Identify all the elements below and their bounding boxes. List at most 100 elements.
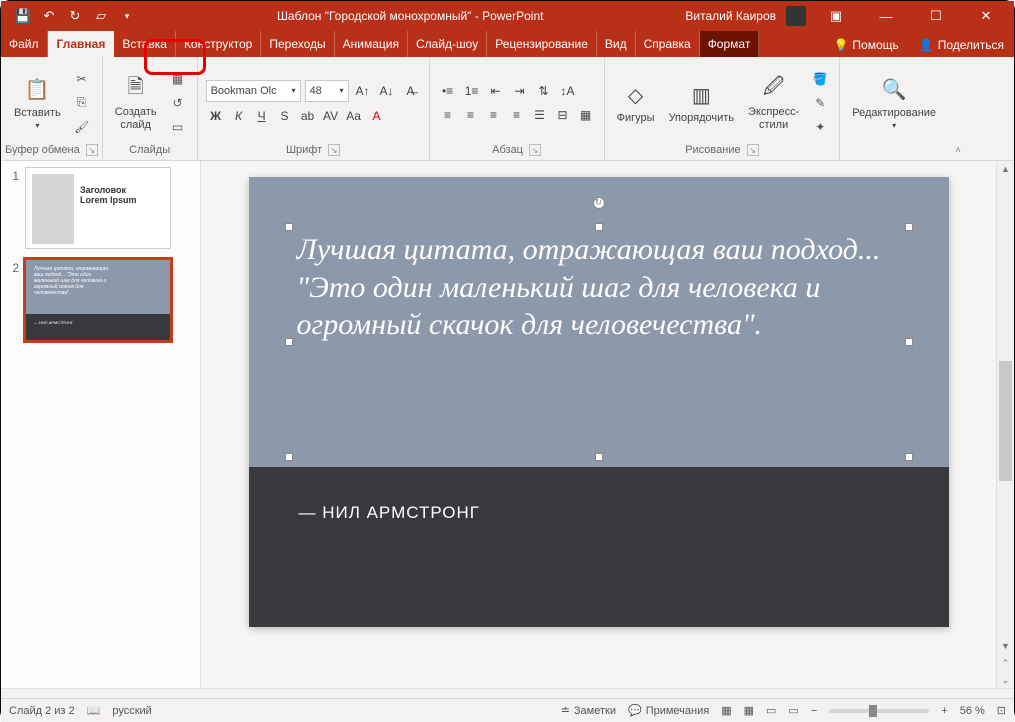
justify-icon[interactable]: ≡	[507, 105, 527, 125]
resize-handle[interactable]	[285, 223, 293, 231]
language-indicator[interactable]: русский	[112, 705, 151, 717]
text-direction-icon[interactable]: ↕A	[558, 81, 578, 101]
layout-icon[interactable]: ▦	[167, 68, 189, 90]
tab-slideshow[interactable]: Слайд-шоу	[408, 31, 487, 57]
align-left-icon[interactable]: ≡	[438, 105, 458, 125]
share-button[interactable]: 👤Поделиться	[909, 33, 1014, 57]
scroll-up-icon[interactable]: ▲	[997, 161, 1014, 177]
shape-outline-icon[interactable]: ✎	[809, 92, 831, 114]
user-avatar[interactable]	[786, 6, 806, 26]
underline-button[interactable]: Ч	[252, 106, 272, 126]
dialog-launcher-icon[interactable]: ↘	[747, 144, 759, 156]
decrease-indent-icon[interactable]: ⇤	[486, 81, 506, 101]
normal-view-icon[interactable]: ▦	[721, 704, 731, 717]
author-text[interactable]: — НИЛ АРМСТРОНГ	[299, 503, 481, 523]
arrange-button[interactable]: ▥ Упорядочить	[665, 78, 738, 126]
spellcheck-icon[interactable]: 📖	[87, 704, 101, 717]
quote-textbox[interactable]: Лучшая цитата, отражающая ваш подход... …	[289, 227, 909, 457]
align-center-icon[interactable]: ≡	[461, 105, 481, 125]
vertical-scrollbar[interactable]: ▲ ▼ ⌃ ⌄	[996, 161, 1014, 688]
undo-icon[interactable]: ↶	[41, 8, 57, 24]
editing-button[interactable]: 🔍 Редактирование ▾	[848, 73, 940, 132]
tab-format[interactable]: Формат	[700, 31, 760, 57]
quick-styles-button[interactable]: 🖉 Экспресс- стили	[744, 72, 803, 132]
align-text-icon[interactable]: ⊟	[553, 105, 573, 125]
copy-icon[interactable]: ⎘	[71, 92, 93, 114]
strike-button[interactable]: S	[275, 106, 295, 126]
section-icon[interactable]: ▭	[167, 116, 189, 138]
tab-animations[interactable]: Анимация	[335, 31, 408, 57]
maximize-button[interactable]: ☐	[916, 1, 956, 31]
slide[interactable]: Лучшая цитата, отражающая ваш подход... …	[249, 177, 949, 627]
sorter-view-icon[interactable]: ▦	[744, 704, 754, 717]
close-button[interactable]: ✕	[966, 1, 1006, 31]
resize-handle[interactable]	[595, 223, 603, 231]
decrease-font-icon[interactable]: A↓	[377, 81, 397, 101]
dialog-launcher-icon[interactable]: ↘	[86, 144, 98, 156]
tab-design[interactable]: Конструктор	[176, 31, 261, 57]
scroll-down-icon[interactable]: ▼	[997, 638, 1014, 654]
tab-view[interactable]: Вид	[597, 31, 636, 57]
change-case-icon[interactable]: Aa	[344, 106, 364, 126]
reset-icon[interactable]: ↺	[167, 92, 189, 114]
bold-button[interactable]: Ж	[206, 106, 226, 126]
fit-to-window-icon[interactable]: ⊡	[997, 704, 1006, 717]
next-slide-icon[interactable]: ⌄	[997, 672, 1014, 688]
cut-icon[interactable]: ✂	[71, 68, 93, 90]
zoom-slider-thumb[interactable]	[869, 705, 877, 717]
zoom-out-button[interactable]: −	[811, 705, 817, 717]
resize-handle[interactable]	[595, 453, 603, 461]
zoom-slider[interactable]	[829, 709, 929, 713]
resize-handle[interactable]	[285, 453, 293, 461]
reading-view-icon[interactable]: ▭	[766, 704, 776, 717]
columns-icon[interactable]: ☰	[530, 105, 550, 125]
line-spacing-icon[interactable]: ⇅	[534, 81, 554, 101]
dialog-launcher-icon[interactable]: ↘	[328, 144, 340, 156]
smartart-icon[interactable]: ▦	[576, 105, 596, 125]
notes-button[interactable]: ≐Заметки	[561, 704, 616, 717]
zoom-in-button[interactable]: +	[941, 705, 947, 717]
zoom-level[interactable]: 56 %	[960, 705, 985, 717]
align-right-icon[interactable]: ≡	[484, 105, 504, 125]
comments-button[interactable]: 💬Примечания	[628, 704, 709, 717]
increase-indent-icon[interactable]: ⇥	[510, 81, 530, 101]
font-color-icon[interactable]: A	[367, 106, 387, 126]
shadow-button[interactable]: ab	[298, 106, 318, 126]
slide-canvas-area[interactable]: Лучшая цитата, отражающая ваш подход... …	[201, 161, 996, 688]
tab-home[interactable]: Главная	[48, 31, 115, 57]
minimize-button[interactable]: —	[866, 1, 906, 31]
shapes-button[interactable]: ◇ Фигуры	[613, 78, 659, 126]
tab-review[interactable]: Рецензирование	[487, 31, 597, 57]
tab-help[interactable]: Справка	[636, 31, 700, 57]
prev-slide-icon[interactable]: ⌃	[997, 655, 1014, 671]
char-spacing-icon[interactable]: AV	[321, 106, 341, 126]
start-from-beginning-icon[interactable]: ▱	[93, 8, 109, 24]
font-size-combo[interactable]: 48▾	[305, 80, 349, 102]
ribbon-display-options-icon[interactable]: ▣	[816, 1, 856, 31]
bullets-icon[interactable]: •≡	[438, 81, 458, 101]
shape-effects-icon[interactable]: ✦	[809, 116, 831, 138]
tell-me-button[interactable]: 💡Помощь	[823, 33, 908, 57]
font-family-combo[interactable]: Bookman Olc▾	[206, 80, 301, 102]
scrollbar-thumb[interactable]	[999, 361, 1012, 481]
format-painter-icon[interactable]: 🖌	[71, 116, 93, 138]
save-icon[interactable]: 💾	[15, 8, 31, 24]
resize-handle[interactable]	[905, 223, 913, 231]
slide-counter[interactable]: Слайд 2 из 2	[9, 705, 75, 717]
dialog-launcher-icon[interactable]: ↘	[529, 144, 541, 156]
user-name[interactable]: Виталий Каиров	[685, 9, 776, 23]
resize-handle[interactable]	[285, 338, 293, 346]
tab-transitions[interactable]: Переходы	[261, 31, 334, 57]
clear-formatting-icon[interactable]: A̶	[401, 81, 421, 101]
resize-handle[interactable]	[905, 453, 913, 461]
slide-thumbnail-2[interactable]: Лучшая цитата, отражающая ваш подход... …	[25, 259, 171, 341]
paste-button[interactable]: 📋 Вставить ▾	[10, 73, 65, 132]
italic-button[interactable]: К	[229, 106, 249, 126]
rotate-handle[interactable]	[593, 197, 605, 209]
qat-more-icon[interactable]: ▾	[119, 8, 135, 24]
resize-handle[interactable]	[905, 338, 913, 346]
collapse-ribbon-icon[interactable]: ˄	[955, 145, 961, 156]
redo-icon[interactable]: ↻	[67, 8, 83, 24]
numbering-icon[interactable]: 1≡	[462, 81, 482, 101]
tab-file[interactable]: Файл	[1, 31, 48, 57]
